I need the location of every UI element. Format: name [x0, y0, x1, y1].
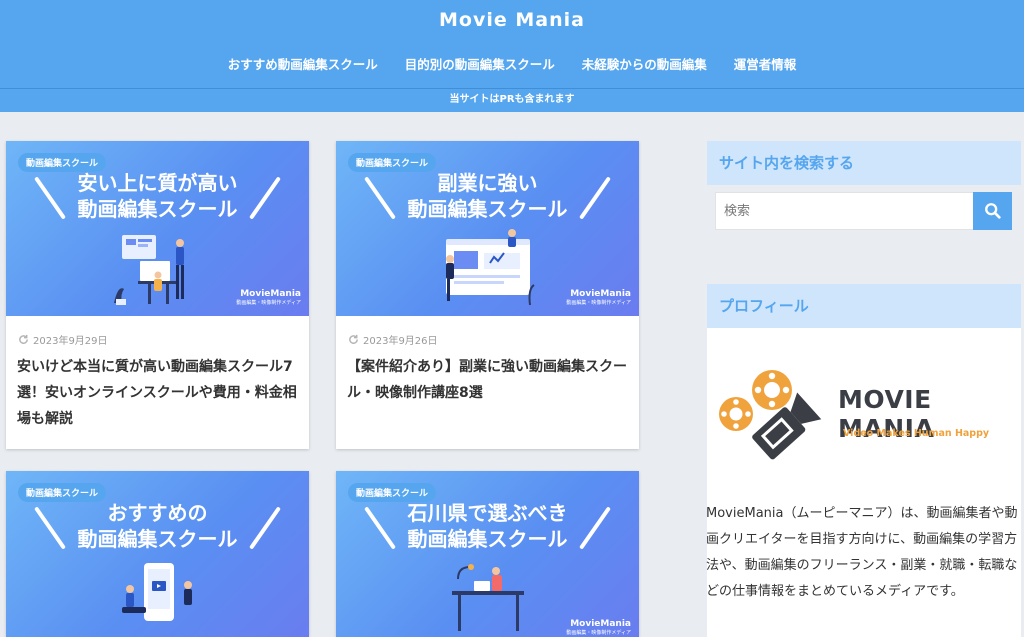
thumbnail-headline: 石川県で選ぶべき — [407, 501, 568, 525]
logo-tagline: Video Makes Human Happy — [843, 428, 990, 439]
post-date: 2023年9月29日 — [18, 332, 108, 347]
global-nav: おすすめ動画編集スクール 目的別の動画編集スクール 未経験からの動画編集 運営者… — [0, 54, 1024, 73]
post-card[interactable]: 動画編集スクール 石川県で選ぶべき 動画編集スクール MovieMania 動画編… — [336, 471, 639, 637]
thumbnail-headline: 動画編集スクール — [77, 527, 238, 551]
search-input[interactable] — [716, 193, 974, 229]
post-thumbnail[interactable]: 動画編集スクール おすすめの 動画編集スクール — [6, 471, 309, 637]
post-thumbnail[interactable]: 動画編集スクール 副業に強い 動画編集スクール MovieMania 動画編集・映… — [336, 141, 639, 316]
nav-item-recommended-schools[interactable]: おすすめ動画編集スクール — [228, 54, 378, 73]
refresh-icon — [19, 334, 28, 344]
post-thumbnail[interactable]: 動画編集スクール 安い上に質が高い 動画編集スクール MovieMania 動画編… — [6, 141, 309, 316]
watermark: MovieMania 動画編集・映像制作メディア — [566, 289, 631, 306]
search-icon — [984, 203, 1001, 219]
movie-camera-logo-icon — [719, 370, 822, 460]
post-card[interactable]: 動画編集スクール おすすめの 動画編集スクール — [6, 471, 309, 637]
search-form — [715, 192, 1012, 230]
search-button[interactable] — [973, 192, 1012, 230]
watermark: MovieMania 動画編集・映像制作メディア — [566, 619, 631, 636]
post-card[interactable]: 動画編集スクール 安い上に質が高い 動画編集スクール MovieMania 動画編… — [6, 141, 309, 449]
thumbnail-headline: おすすめの — [107, 501, 208, 525]
social-media-illustration — [446, 229, 535, 306]
refresh-icon — [349, 334, 358, 344]
thumbnail-headline: 動画編集スクール — [77, 197, 238, 221]
post-title[interactable]: 【案件紹介あり】副業に強い動画編集スクール・映像制作講座8選 — [347, 354, 629, 406]
pr-notice: 当サイトはPRも含まれます — [0, 88, 1024, 112]
thumbnail-headline: 動画編集スクール — [407, 527, 568, 551]
site-header: Movie Mania おすすめ動画編集スクール 目的別の動画編集スクール 未経… — [0, 0, 1024, 88]
person-at-laptop-illustration — [452, 564, 524, 631]
profile-widget-title: プロフィール — [707, 284, 1021, 328]
post-date: 2023年9月26日 — [348, 332, 438, 347]
thumbnail-headline: 動画編集スクール — [407, 197, 568, 221]
post-card[interactable]: 動画編集スクール 副業に強い 動画編集スクール MovieMania 動画編集・映… — [336, 141, 639, 449]
search-widget-title: サイト内を検索する — [707, 141, 1021, 185]
thumbnail-headline: 安い上に質が高い — [77, 171, 238, 195]
site-title[interactable]: Movie Mania — [0, 9, 1024, 31]
nav-item-operator-info[interactable]: 運営者情報 — [734, 54, 797, 73]
post-thumbnail[interactable]: 動画編集スクール 石川県で選ぶべき 動画編集スクール MovieMania 動画編… — [336, 471, 639, 637]
smartphone-video-illustration — [122, 563, 192, 621]
nav-item-schools-by-purpose[interactable]: 目的別の動画編集スクール — [405, 54, 555, 73]
profile-description: MovieMania（ムーピーマニア）は、動画編集者や動画クリエイターを目指す方… — [706, 506, 1018, 599]
post-title[interactable]: 安いけど本当に質が高い動画編集スクール7選！安いオンラインスクールや費用・料金相… — [17, 354, 299, 432]
nav-item-beginner-editing[interactable]: 未経験からの動画編集 — [582, 54, 707, 73]
watermark: MovieMania 動画編集・映像制作メディア — [236, 289, 301, 306]
people-at-desk-illustration — [114, 235, 184, 305]
thumbnail-headline: 副業に強い — [437, 171, 538, 195]
